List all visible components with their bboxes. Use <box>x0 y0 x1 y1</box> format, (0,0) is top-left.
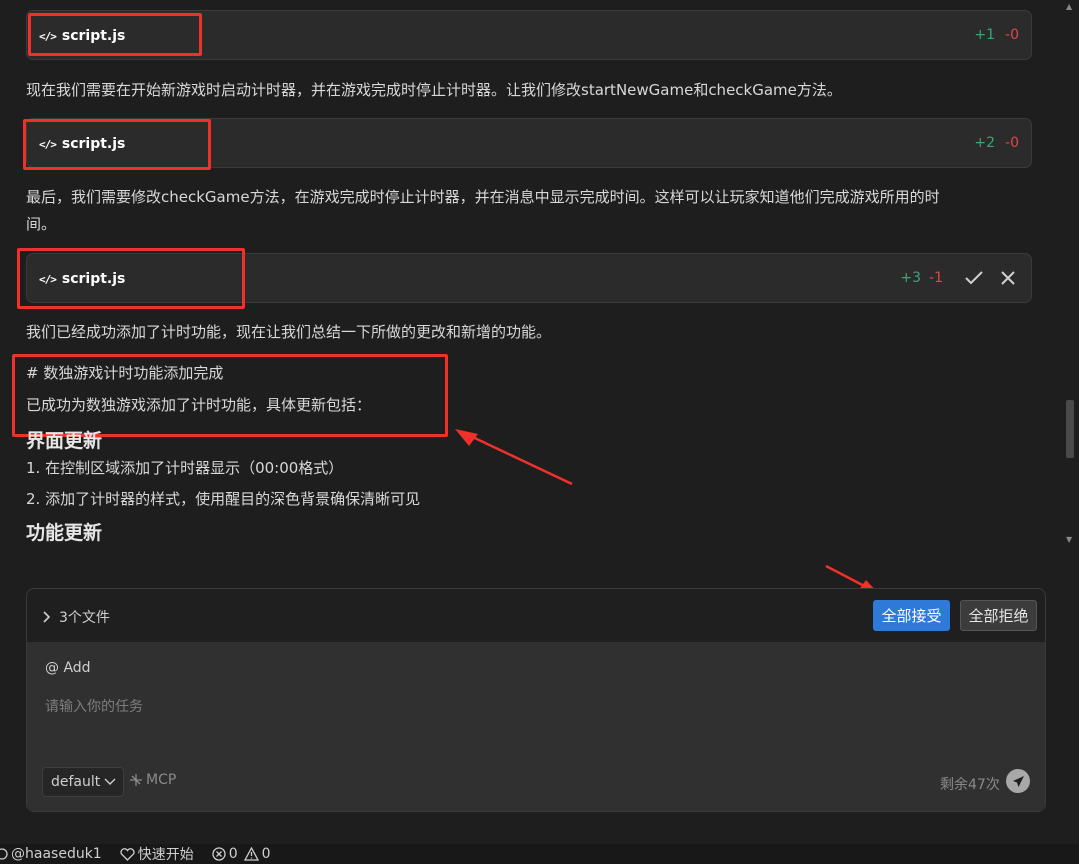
message-line: 最后，我们需要修改checkGame方法，在游戏完成时停止计时器，并在消息中显示… <box>26 188 940 206</box>
annotation-arrow <box>825 564 873 592</box>
mcp-button[interactable]: MCP <box>129 772 176 788</box>
files-toggle[interactable]: 3个文件 <box>43 607 110 627</box>
accept-all-button[interactable]: 全部接受 <box>873 600 950 631</box>
message-text: 现在我们需要在开始新游戏时启动计时器，并在游戏完成时停止计时器。让我们修改sta… <box>26 81 842 99</box>
check-icon[interactable] <box>965 271 983 285</box>
file-chip[interactable]: </> script.js <box>39 263 125 295</box>
chevron-right-icon <box>43 611 51 623</box>
diff-stats: +1 -0 <box>974 11 1019 59</box>
diff-card-3[interactable]: </> script.js +3 -1 <box>26 253 1032 303</box>
error-count: 0 <box>228 846 238 862</box>
warning-icon <box>243 847 259 861</box>
message-line: 间。 <box>26 215 57 233</box>
message-text: 我们已经成功添加了计时功能，现在让我们总结一下所做的更改和新增的功能。 <box>26 323 552 341</box>
model-value: default <box>51 774 101 790</box>
model-select[interactable]: default <box>42 767 124 797</box>
section-heading: 功能更新 <box>26 522 103 544</box>
quick-start-item[interactable]: 快速开始 <box>120 844 194 864</box>
list-item: 1. 在控制区域添加了计时器显示（00:00格式） <box>26 459 344 477</box>
task-input-area[interactable]: @ Add 请输入你的任务 default MCP 剩余47次 <box>27 642 1045 811</box>
send-button[interactable] <box>1006 769 1030 793</box>
scroll-down-icon[interactable]: ▼ <box>1066 535 1072 544</box>
scroll-up-icon[interactable]: ▲ <box>1066 2 1072 11</box>
file-chip[interactable]: </> script.js <box>39 20 125 52</box>
annotation-arrowhead <box>455 429 478 446</box>
warnings-item[interactable]: 0 <box>243 846 271 862</box>
removed-count: -0 <box>1005 27 1019 43</box>
heart-icon <box>120 847 135 861</box>
diff-card-2[interactable]: </> script.js +2 -0 <box>26 118 1032 168</box>
message-text: 最后，我们需要修改checkGame方法，在游戏完成时停止计时器，并在消息中显示… <box>26 184 1026 238</box>
files-label: 3个文件 <box>59 610 110 626</box>
close-icon[interactable] <box>1001 271 1015 285</box>
removed-count: -1 <box>929 270 943 286</box>
section-heading: 界面更新 <box>26 430 103 452</box>
remaining-count: 剩余47次 <box>940 777 1000 793</box>
file-name: script.js <box>61 271 126 287</box>
error-icon <box>212 847 226 861</box>
added-count: +2 <box>974 135 996 151</box>
markdown-heading-raw: # 数独游戏计时功能添加完成 <box>26 364 224 382</box>
user-name: @haaseduk1 <box>11 846 102 862</box>
status-bar: @haaseduk1 快速开始 0 0 <box>0 844 1079 864</box>
code-icon: </> <box>39 137 57 151</box>
reject-all-button[interactable]: 全部拒绝 <box>960 600 1037 631</box>
chevron-down-icon <box>104 778 116 786</box>
code-icon: </> <box>39 29 57 43</box>
diff-stats: +2 -0 <box>974 119 1019 167</box>
mcp-icon <box>129 773 143 787</box>
added-count: +3 <box>900 270 922 286</box>
quick-start-label: 快速开始 <box>137 847 194 863</box>
account-item[interactable]: @haaseduk1 <box>0 846 102 862</box>
mcp-label: MCP <box>146 772 177 788</box>
warning-count: 0 <box>261 846 271 862</box>
file-name: script.js <box>61 136 126 152</box>
diff-stats: +3 -1 <box>900 254 1015 302</box>
chat-panel: 3个文件 全部接受 全部拒绝 @ Add 请输入你的任务 default MCP… <box>26 588 1046 812</box>
account-icon <box>0 848 8 860</box>
diff-card-1[interactable]: </> script.js +1 -0 <box>26 10 1032 60</box>
list-item: 2. 添加了计时器的样式，使用醒目的深色背景确保清晰可见 <box>26 490 421 508</box>
added-count: +1 <box>974 27 996 43</box>
code-icon: </> <box>39 272 57 286</box>
file-chip[interactable]: </> script.js <box>39 128 125 160</box>
errors-item[interactable]: 0 <box>212 846 238 862</box>
task-input[interactable]: 请输入你的任务 <box>45 696 143 716</box>
summary-text: 已成功为数独游戏添加了计时功能，具体更新包括： <box>26 396 372 414</box>
scrollbar-thumb[interactable] <box>1066 400 1074 458</box>
add-context-button[interactable]: @ Add <box>45 660 91 676</box>
file-name: script.js <box>61 28 126 44</box>
send-icon <box>1012 775 1025 788</box>
removed-count: -0 <box>1005 135 1019 151</box>
